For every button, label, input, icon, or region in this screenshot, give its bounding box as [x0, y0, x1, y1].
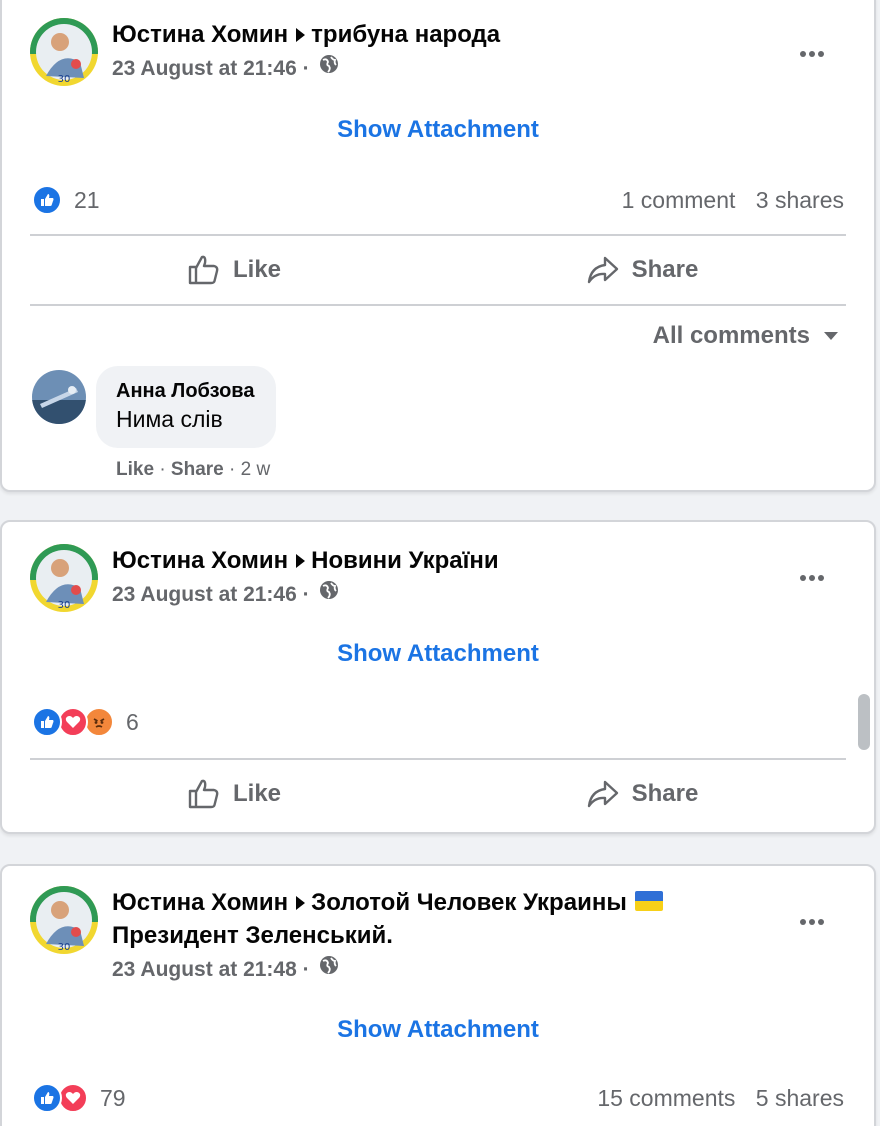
commenter-avatar[interactable]: [32, 370, 86, 424]
commenter-name[interactable]: Анна Лобзова: [116, 378, 254, 404]
post-timestamp[interactable]: 23 August at 21:48: [112, 958, 297, 981]
post-timestamp[interactable]: 23 August at 21:46: [112, 583, 297, 606]
share-count-link[interactable]: 3 shares: [756, 187, 844, 213]
scrollbar-thumb[interactable]: [858, 694, 870, 750]
like-button[interactable]: Like: [30, 237, 438, 303]
thumbs-up-icon: [188, 779, 219, 809]
love-reaction-icon[interactable]: [58, 1083, 88, 1113]
arrow-right-icon: [296, 895, 306, 910]
reaction-count[interactable]: 79: [100, 1085, 126, 1112]
like-button[interactable]: Like: [30, 761, 438, 827]
globe-icon: [319, 579, 339, 609]
comment-count-link[interactable]: 15 comments: [597, 1085, 735, 1111]
share-button[interactable]: Share: [438, 761, 846, 827]
show-attachment-link[interactable]: Show Attachment: [337, 640, 539, 667]
share-count-link[interactable]: 5 shares: [756, 1085, 844, 1111]
like-label: Like: [232, 780, 282, 807]
share-label: Share: [631, 780, 699, 807]
author-avatar[interactable]: 30: [30, 544, 98, 612]
globe-icon: [319, 954, 339, 984]
group-name[interactable]: Золотой Человек Украины: [311, 889, 627, 916]
share-button[interactable]: Share: [438, 237, 846, 303]
love-reaction-icon[interactable]: [58, 707, 88, 737]
post-card: 30 Юстина Хомин Золотой Человек Украины П…: [0, 864, 876, 1126]
comment-like-button[interactable]: Like: [116, 459, 154, 480]
post-card: 30 Юстина Хомин трибуна народа 23 August …: [0, 0, 876, 492]
author-name[interactable]: Юстина Хомин: [112, 21, 288, 48]
reaction-count[interactable]: 21: [74, 187, 100, 214]
svg-text:30: 30: [58, 600, 71, 611]
svg-text:30: 30: [58, 942, 71, 953]
comment-count-link[interactable]: 1 comment: [622, 187, 736, 213]
group-name[interactable]: Новини України: [311, 547, 498, 574]
reaction-count[interactable]: 6: [126, 709, 139, 736]
divider: [30, 304, 846, 306]
all-comments-dropdown[interactable]: All comments: [653, 322, 838, 350]
more-options-button[interactable]: [800, 912, 830, 925]
comment-share-button[interactable]: Share: [171, 459, 224, 480]
comment-text: Нима слів: [116, 406, 223, 432]
like-reaction-icon[interactable]: [32, 1083, 62, 1113]
post-timestamp[interactable]: 23 August at 21:46: [112, 57, 297, 80]
share-arrow-icon: [587, 256, 618, 284]
share-label: Share: [631, 256, 699, 283]
svg-text:30: 30: [58, 74, 71, 85]
group-name[interactable]: трибуна народа: [311, 21, 500, 48]
angry-reaction-icon[interactable]: [84, 707, 114, 737]
divider: [30, 234, 846, 236]
author-name[interactable]: Юстина Хомин: [112, 889, 288, 916]
comment-bubble: Анна Лобзова Нима слів: [96, 366, 277, 448]
show-attachment-link[interactable]: Show Attachment: [337, 116, 539, 143]
author-name[interactable]: Юстина Хомин: [112, 547, 288, 574]
like-reaction-icon[interactable]: [32, 185, 62, 215]
like-reaction-icon[interactable]: [32, 707, 62, 737]
more-options-button[interactable]: [800, 44, 830, 57]
divider: [30, 758, 846, 760]
post-card: 30 Юстина Хомин Новини України 23 August …: [0, 520, 876, 834]
show-attachment-link[interactable]: Show Attachment: [337, 1016, 539, 1043]
group-name-continued[interactable]: Президент Зеленський.: [112, 922, 393, 949]
globe-icon: [319, 53, 339, 83]
arrow-right-icon: [296, 27, 306, 42]
arrow-right-icon: [296, 553, 306, 568]
author-avatar[interactable]: 30: [30, 18, 98, 86]
more-options-button[interactable]: [800, 568, 830, 581]
caret-down-icon: [824, 332, 838, 340]
like-label: Like: [232, 256, 282, 283]
comment-age[interactable]: 2 w: [241, 459, 271, 480]
share-arrow-icon: [587, 780, 618, 808]
author-avatar[interactable]: 30: [30, 886, 98, 954]
thumbs-up-icon: [188, 255, 219, 285]
ukraine-flag-icon: [634, 890, 663, 911]
